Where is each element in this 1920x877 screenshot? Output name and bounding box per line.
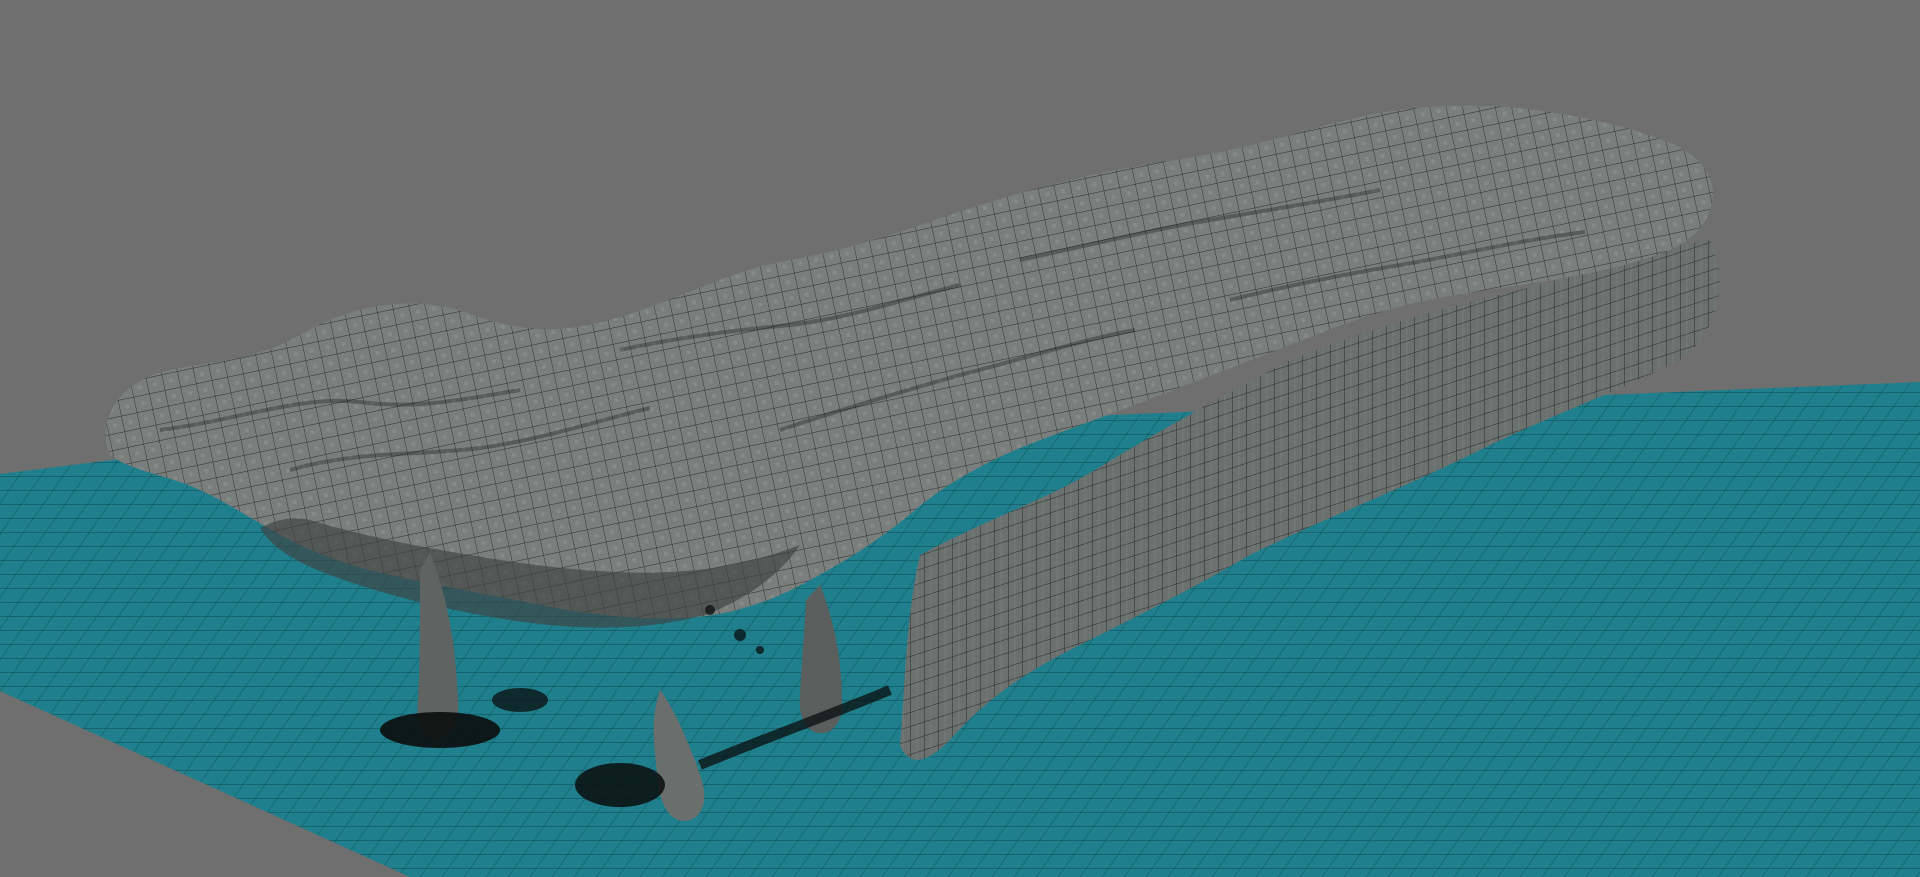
debris-dot-1: [734, 629, 746, 641]
debris-dot-3: [705, 605, 715, 615]
debris-patch-1: [380, 712, 500, 748]
debris-patch-2: [575, 763, 665, 807]
3d-viewport[interactable]: [0, 0, 1920, 877]
debris-patch-3: [492, 688, 548, 712]
viewport-canvas[interactable]: [0, 0, 1920, 877]
debris-dot-2: [756, 646, 764, 654]
